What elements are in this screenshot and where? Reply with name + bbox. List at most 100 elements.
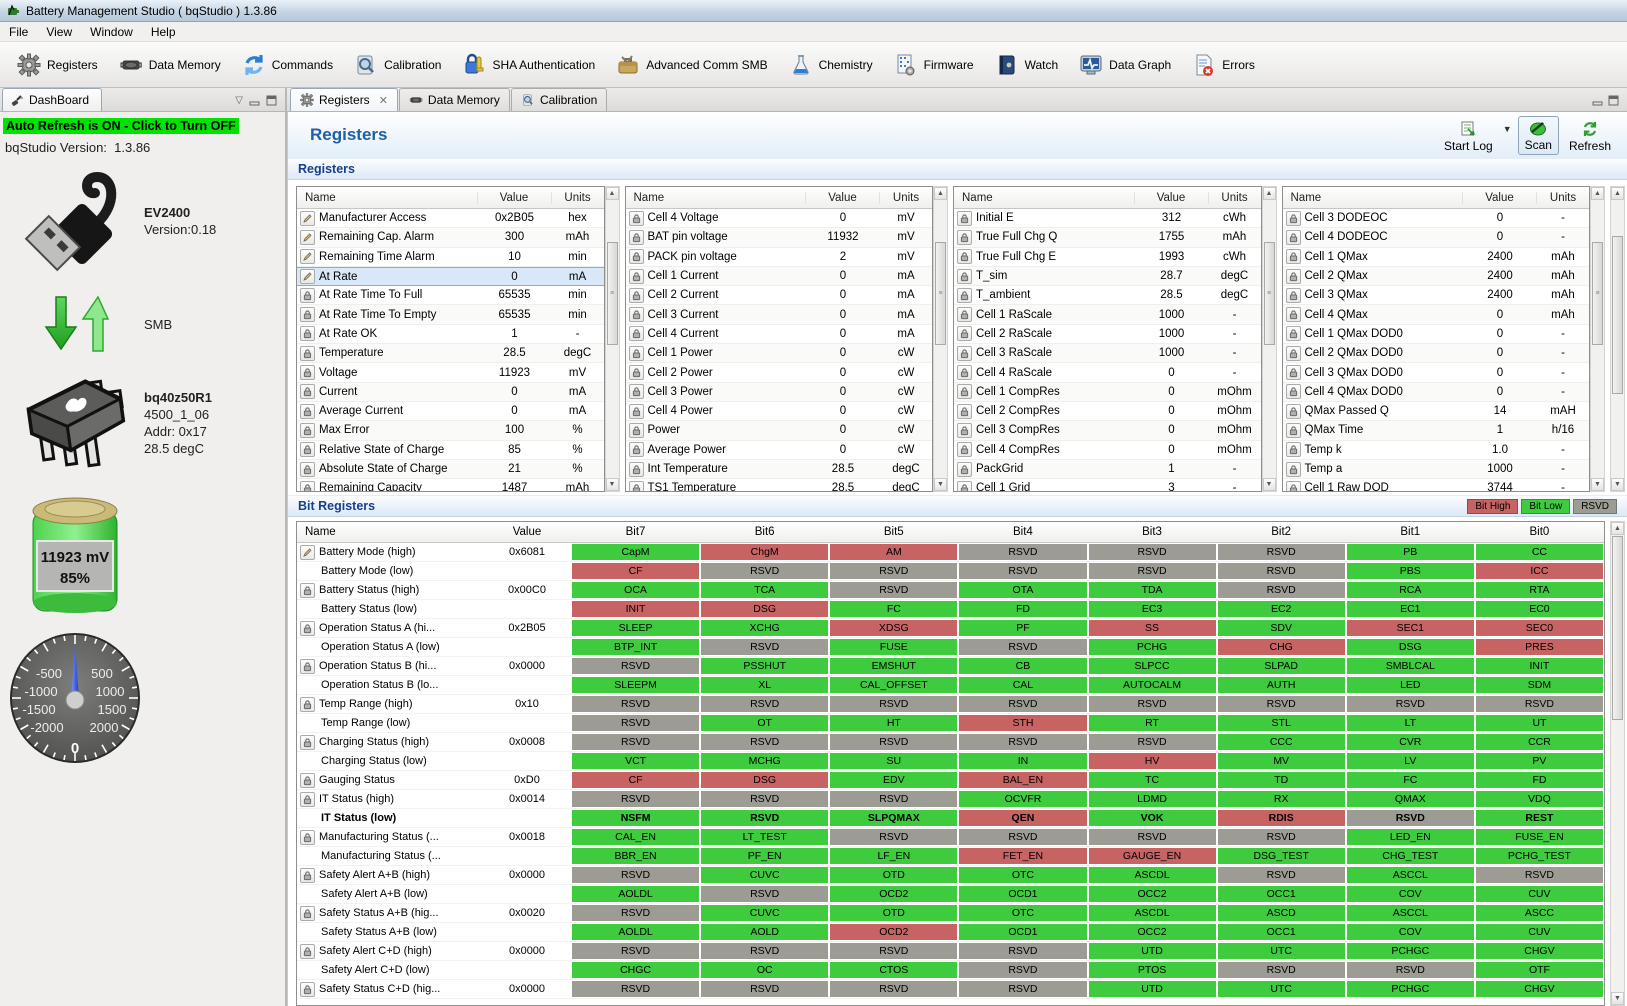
register-row-max-error[interactable]: Max Error100% (297, 421, 604, 440)
bit-row-safety-alert-c-d-low[interactable]: Safety Alert C+D (low)CHGCOCCTOSRSVDPTOS… (297, 961, 1604, 980)
locked-icon[interactable] (300, 659, 315, 674)
register-row-true-full-chg-e[interactable]: True Full Chg E1993cWh (954, 248, 1261, 267)
register-row-cell-4-current[interactable]: Cell 4 Current0mA (626, 325, 933, 344)
tab-dashboard[interactable]: DashBoard (2, 88, 102, 111)
column-header-units[interactable]: Units (552, 192, 604, 204)
register-row-cell-2-power[interactable]: Cell 2 Power0cW (626, 363, 933, 382)
locked-icon[interactable] (1286, 326, 1301, 341)
register-row-cell-1-grid[interactable]: Cell 1 Grid3- (954, 479, 1261, 492)
register-row-cell-4-dodeoc[interactable]: Cell 4 DODEOC0- (1283, 228, 1590, 247)
edit-pencil-icon[interactable] (300, 230, 315, 245)
register-row-bat-pin-voltage[interactable]: BAT pin voltage11932mV (626, 228, 933, 247)
register-group-scrollbar[interactable]: ▲≡▼ (1262, 186, 1277, 492)
maximize-editor-icon[interactable] (1608, 95, 1619, 106)
bit-row-operation-status-b-hi[interactable]: Operation Status B (hi...0x0000RSVDPSSHU… (297, 657, 1604, 676)
register-row-cell-1-power[interactable]: Cell 1 Power0cW (626, 344, 933, 363)
locked-icon[interactable] (957, 326, 972, 341)
locked-icon[interactable] (957, 423, 972, 438)
bit-column-header-bit3[interactable]: Bit3 (1088, 526, 1217, 538)
register-group-scrollbar[interactable]: ▲≡▼ (1590, 186, 1605, 492)
tab-data-memory[interactable]: Data Memory (399, 88, 510, 111)
bit-row-safety-status-c-d-hig[interactable]: Safety Status C+D (hig...0x0000RSVDRSVDR… (297, 980, 1604, 999)
bit-row-manufacturing-status[interactable]: Manufacturing Status (...0x0018CAL_ENLT_… (297, 828, 1604, 847)
bit-row-it-status-high[interactable]: IT Status (high)0x0014RSVDRSVDRSVDOCVFRL… (297, 790, 1604, 809)
edit-pencil-icon[interactable] (300, 269, 315, 284)
register-row-qmax-passed-q[interactable]: QMax Passed Q14mAH (1283, 402, 1590, 421)
start-log-dropdown[interactable]: ▼ (1503, 124, 1512, 134)
bit-row-operation-status-b-lo[interactable]: Operation Status B (lo...SLEEPMXLCAL_OFF… (297, 676, 1604, 695)
scroll-thumb[interactable]: ≡ (935, 242, 946, 345)
bit-column-header-bit2[interactable]: Bit2 (1217, 526, 1346, 538)
locked-icon[interactable] (629, 249, 644, 264)
register-row-temperature[interactable]: Temperature28.5degC (297, 344, 604, 363)
scroll-up-arrow[interactable]: ▲ (1591, 187, 1604, 200)
toolbar-watch[interactable]: Watch (986, 48, 1067, 82)
locked-icon[interactable] (300, 773, 315, 788)
bit-registers-scrollbar[interactable]: ▲▼ (1610, 521, 1625, 1006)
toolbar-calibration[interactable]: Calibration (345, 48, 449, 82)
locked-icon[interactable] (300, 365, 315, 380)
edit-pencil-icon[interactable] (300, 249, 315, 264)
bit-column-header-bit0[interactable]: Bit0 (1475, 526, 1604, 538)
locked-icon[interactable] (957, 230, 972, 245)
locked-icon[interactable] (957, 481, 972, 492)
locked-icon[interactable] (300, 868, 315, 883)
column-header-name[interactable]: Name (626, 192, 807, 204)
locked-icon[interactable] (957, 269, 972, 284)
register-row-cell-3-current[interactable]: Cell 3 Current0mA (626, 305, 933, 324)
register-row-cell-1-qmax-dod0[interactable]: Cell 1 QMax DOD00- (1283, 325, 1590, 344)
locked-icon[interactable] (300, 462, 315, 477)
register-row-cell-2-compres[interactable]: Cell 2 CompRes0mOhm (954, 402, 1261, 421)
scroll-up-arrow[interactable]: ▲ (934, 187, 947, 200)
menu-help[interactable]: Help (142, 23, 185, 41)
bit-row-it-status-low[interactable]: IT Status (low)NSFMRSVDSLPQMAXQENVOKRDIS… (297, 809, 1604, 828)
bit-row-temp-range-high[interactable]: Temp Range (high)0x10RSVDRSVDRSVDRSVDRSV… (297, 695, 1604, 714)
locked-icon[interactable] (1286, 384, 1301, 399)
bit-column-header-bit1[interactable]: Bit1 (1346, 526, 1475, 538)
locked-icon[interactable] (1286, 404, 1301, 419)
column-header-value[interactable]: Value (1135, 192, 1209, 204)
locked-icon[interactable] (629, 326, 644, 341)
locked-icon[interactable] (957, 307, 972, 322)
register-group-scrollbar[interactable]: ▲≡▼ (605, 186, 620, 492)
locked-icon[interactable] (1286, 307, 1301, 322)
locked-icon[interactable] (300, 326, 315, 341)
locked-icon[interactable] (1286, 346, 1301, 361)
tab-calibration[interactable]: Calibration (511, 88, 607, 111)
register-row-cell-4-compres[interactable]: Cell 4 CompRes0mOhm (954, 441, 1261, 460)
scroll-thumb[interactable]: ≡ (607, 242, 618, 345)
register-row-cell-2-rascale[interactable]: Cell 2 RaScale1000- (954, 325, 1261, 344)
column-header-name[interactable]: Name (954, 192, 1135, 204)
register-row-remaining-capacity[interactable]: Remaining Capacity1487mAh (297, 479, 604, 492)
register-row-at-rate-ok[interactable]: At Rate OK1- (297, 325, 604, 344)
register-row-initial-e[interactable]: Initial E312cWh (954, 209, 1261, 228)
toolbar-data-memory[interactable]: Data Memory (110, 48, 229, 82)
locked-icon[interactable] (629, 307, 644, 322)
column-header-value[interactable]: Value (1463, 192, 1537, 204)
locked-icon[interactable] (629, 404, 644, 419)
register-row-pack-pin-voltage[interactable]: PACK pin voltage2mV (626, 248, 933, 267)
register-row-cell-1-rascale[interactable]: Cell 1 RaScale1000- (954, 305, 1261, 324)
register-row-cell-3-rascale[interactable]: Cell 3 RaScale1000- (954, 344, 1261, 363)
bit-row-safety-status-a-b-low[interactable]: Safety Status A+B (low)AOLDLAOLDOCD2OCD1… (297, 923, 1604, 942)
locked-icon[interactable] (957, 249, 972, 264)
locked-icon[interactable] (300, 288, 315, 303)
bit-row-safety-alert-a-b-high[interactable]: Safety Alert A+B (high)0x0000RSVDCUVCOTD… (297, 866, 1604, 885)
locked-icon[interactable] (629, 269, 644, 284)
toolbar-data-graph[interactable]: Data Graph (1070, 48, 1179, 82)
register-row-voltage[interactable]: Voltage11923mV (297, 363, 604, 382)
register-row-cell-2-qmax[interactable]: Cell 2 QMax2400mAh (1283, 267, 1590, 286)
register-row-temp-a[interactable]: Temp a1000- (1283, 460, 1590, 479)
locked-icon[interactable] (1286, 462, 1301, 477)
locked-icon[interactable] (957, 404, 972, 419)
bit-row-safety-status-a-b-hig[interactable]: Safety Status A+B (hig...0x0020RSVDCUVCO… (297, 904, 1604, 923)
register-row-cell-1-qmax[interactable]: Cell 1 QMax2400mAh (1283, 248, 1590, 267)
edit-pencil-icon[interactable] (300, 211, 315, 226)
column-header-name[interactable]: Name (297, 192, 478, 204)
locked-icon[interactable] (300, 583, 315, 598)
registers-outer-scrollbar[interactable]: ▲▼ (1610, 186, 1625, 492)
locked-icon[interactable] (1286, 211, 1301, 226)
locked-icon[interactable] (300, 481, 315, 492)
locked-icon[interactable] (1286, 288, 1301, 303)
register-row-cell-2-qmax-dod0[interactable]: Cell 2 QMax DOD00- (1283, 344, 1590, 363)
